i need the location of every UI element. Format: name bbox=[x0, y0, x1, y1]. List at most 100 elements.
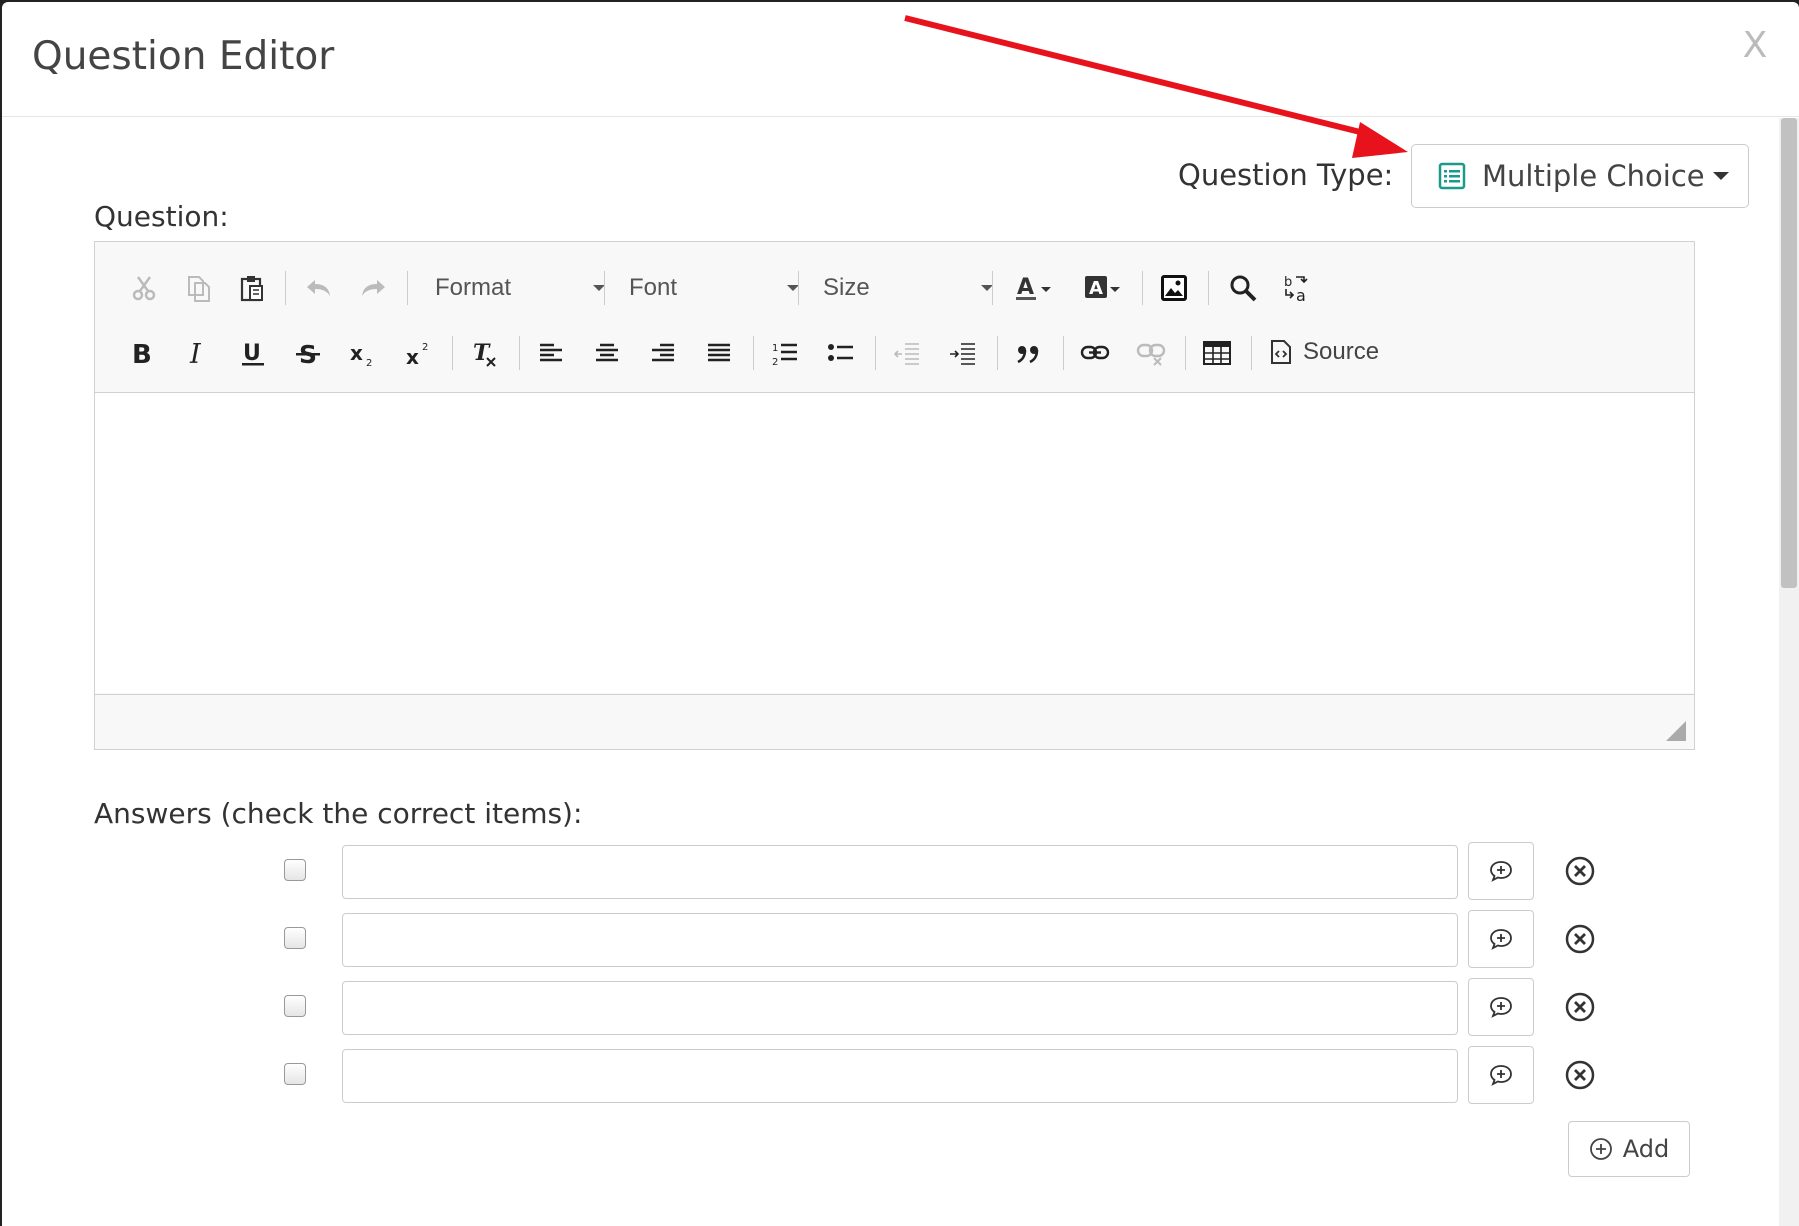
answers-label: Answers (check the correct items): bbox=[94, 797, 583, 830]
svg-text:2: 2 bbox=[422, 342, 428, 353]
editor-toolbar: Format Font Size A A b a B I U S x 2 x 2… bbox=[95, 242, 1694, 393]
align-center-icon[interactable] bbox=[585, 331, 629, 375]
answer-row bbox=[284, 910, 1604, 969]
svg-text:I: I bbox=[189, 339, 202, 368]
remove-answer-icon[interactable] bbox=[1564, 1059, 1596, 1091]
answer-input[interactable] bbox=[342, 1049, 1458, 1103]
size-combo[interactable]: Size bbox=[823, 266, 993, 310]
underline-icon[interactable]: U bbox=[231, 331, 275, 375]
toolbar-separator bbox=[1063, 336, 1064, 370]
resize-handle[interactable] bbox=[1666, 721, 1686, 741]
add-feedback-button[interactable] bbox=[1468, 978, 1534, 1036]
svg-text:x: x bbox=[350, 341, 363, 365]
toolbar-separator bbox=[519, 336, 520, 370]
modal-header: Question Editor X bbox=[2, 2, 1799, 117]
toolbar-separator bbox=[1185, 336, 1186, 370]
svg-text:b: b bbox=[1284, 275, 1292, 290]
toolbar-separator bbox=[753, 336, 754, 370]
strikethrough-icon[interactable]: S bbox=[286, 331, 330, 375]
answer-correct-checkbox[interactable] bbox=[284, 859, 306, 881]
add-feedback-button[interactable] bbox=[1468, 842, 1534, 900]
bold-icon[interactable]: B bbox=[119, 331, 163, 375]
image-icon[interactable] bbox=[1152, 266, 1196, 310]
font-combo-label: Font bbox=[629, 274, 678, 301]
svg-text:2: 2 bbox=[366, 358, 372, 368]
svg-text:U: U bbox=[243, 341, 261, 366]
answer-input[interactable] bbox=[342, 981, 1458, 1035]
answer-row bbox=[284, 842, 1604, 901]
text-color-icon[interactable]: A bbox=[1008, 266, 1062, 310]
align-right-icon[interactable] bbox=[641, 331, 685, 375]
svg-text:A: A bbox=[1089, 278, 1103, 299]
answer-input[interactable] bbox=[342, 845, 1458, 899]
question-type-dropdown[interactable]: Multiple Choice bbox=[1411, 144, 1749, 208]
format-combo[interactable]: Format bbox=[435, 266, 605, 310]
scrollbar[interactable] bbox=[1779, 118, 1799, 1226]
table-icon[interactable] bbox=[1195, 331, 1239, 375]
remove-answer-icon[interactable] bbox=[1564, 991, 1596, 1023]
toolbar-separator bbox=[798, 271, 799, 305]
toolbar-separator bbox=[285, 271, 286, 305]
unlink-icon[interactable] bbox=[1129, 331, 1173, 375]
answer-row bbox=[284, 978, 1604, 1037]
answer-correct-checkbox[interactable] bbox=[284, 1063, 306, 1085]
link-icon[interactable] bbox=[1073, 331, 1117, 375]
chevron-down-icon bbox=[1712, 172, 1729, 180]
align-justify-icon[interactable] bbox=[697, 331, 741, 375]
font-combo[interactable]: Font bbox=[629, 266, 799, 310]
svg-text:2: 2 bbox=[772, 357, 778, 368]
add-feedback-button[interactable] bbox=[1468, 1046, 1534, 1104]
find-icon[interactable] bbox=[1221, 266, 1265, 310]
subscript-icon[interactable]: x2 bbox=[341, 331, 385, 375]
scrollbar-thumb[interactable] bbox=[1781, 118, 1797, 588]
toolbar-separator bbox=[452, 336, 453, 370]
modal-title: Question Editor bbox=[32, 34, 335, 79]
replace-icon[interactable]: ba bbox=[1275, 266, 1319, 310]
remove-answer-icon[interactable] bbox=[1564, 923, 1596, 955]
svg-text:T: T bbox=[473, 340, 491, 366]
editor-footer bbox=[95, 694, 1694, 749]
undo-icon[interactable] bbox=[297, 266, 341, 310]
toolbar-separator bbox=[407, 271, 408, 305]
remove-format-icon[interactable]: T bbox=[462, 331, 506, 375]
toolbar-separator bbox=[875, 336, 876, 370]
redo-icon[interactable] bbox=[351, 266, 395, 310]
answer-input[interactable] bbox=[342, 913, 1458, 967]
answer-correct-checkbox[interactable] bbox=[284, 995, 306, 1017]
add-answer-label: Add bbox=[1622, 1135, 1670, 1163]
comment-plus-icon bbox=[1490, 1065, 1512, 1086]
comment-plus-icon bbox=[1490, 861, 1512, 882]
svg-text:A: A bbox=[1017, 275, 1034, 300]
toolbar-separator bbox=[1208, 271, 1209, 305]
toolbar-separator bbox=[997, 336, 998, 370]
cut-icon[interactable] bbox=[122, 266, 166, 310]
align-left-icon[interactable] bbox=[529, 331, 573, 375]
indent-icon[interactable] bbox=[941, 331, 985, 375]
add-feedback-button[interactable] bbox=[1468, 910, 1534, 968]
numbered-list-icon[interactable]: 12 bbox=[763, 331, 807, 375]
answer-correct-checkbox[interactable] bbox=[284, 927, 306, 949]
source-button[interactable]: Source bbox=[1269, 330, 1379, 374]
svg-text:1: 1 bbox=[772, 343, 778, 354]
copy-icon[interactable] bbox=[176, 266, 220, 310]
comment-plus-icon bbox=[1490, 929, 1512, 950]
paste-icon[interactable] bbox=[230, 266, 274, 310]
question-type-value: Multiple Choice bbox=[1482, 159, 1705, 193]
question-type-label: Question Type: bbox=[1178, 158, 1394, 192]
italic-icon[interactable]: I bbox=[175, 331, 219, 375]
superscript-icon[interactable]: x2 bbox=[397, 331, 441, 375]
blockquote-icon[interactable] bbox=[1007, 331, 1051, 375]
answer-row bbox=[284, 1046, 1604, 1105]
add-answer-button[interactable]: Add bbox=[1568, 1121, 1690, 1177]
outdent-icon[interactable] bbox=[885, 331, 929, 375]
bulleted-list-icon[interactable] bbox=[819, 331, 863, 375]
editor-content-area[interactable] bbox=[95, 393, 1694, 693]
toolbar-separator bbox=[604, 271, 605, 305]
source-icon bbox=[1271, 340, 1291, 364]
close-button[interactable]: X bbox=[1735, 26, 1775, 66]
remove-answer-icon[interactable] bbox=[1564, 855, 1596, 887]
plus-circle-icon bbox=[1589, 1138, 1612, 1160]
background-color-icon[interactable]: A bbox=[1077, 266, 1131, 310]
size-combo-label: Size bbox=[823, 274, 870, 301]
rich-text-editor: Format Font Size A A b a B I U S x 2 x 2… bbox=[94, 241, 1695, 750]
